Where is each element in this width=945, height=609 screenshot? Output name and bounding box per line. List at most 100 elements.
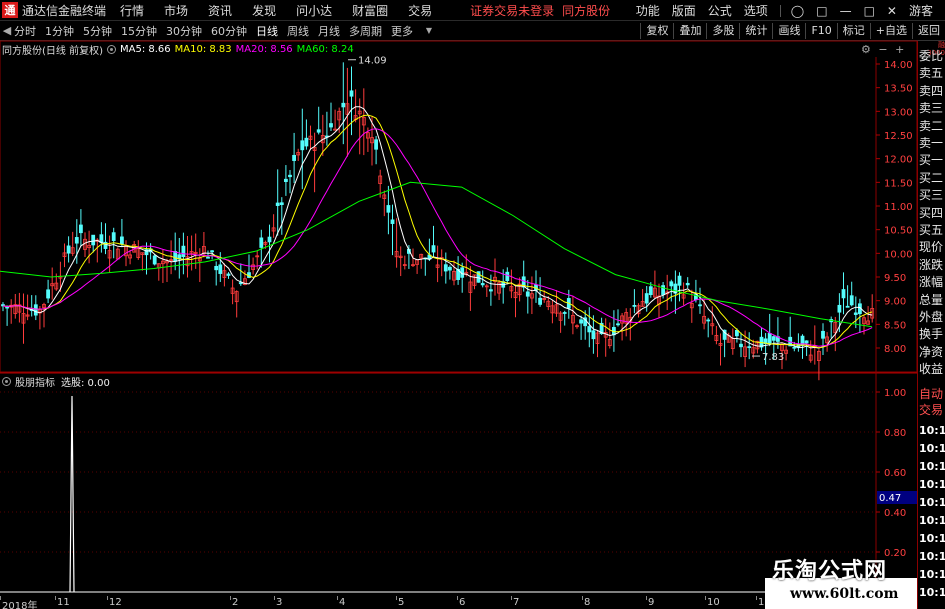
price-tick-label: 8.00 bbox=[884, 344, 906, 355]
quote-field-label[interactable]: 换手 bbox=[919, 327, 943, 342]
candle-body bbox=[562, 312, 567, 314]
current-value-label: 0.47 bbox=[879, 493, 901, 504]
signal-spike bbox=[69, 395, 75, 593]
date-tick-label: 11 bbox=[57, 597, 70, 608]
quote-field-label[interactable]: 买二 bbox=[919, 171, 943, 186]
candle-body bbox=[386, 205, 391, 213]
candle-body bbox=[849, 295, 854, 306]
quote-field-label[interactable]: 卖二 bbox=[919, 119, 943, 134]
ma60-label: MA60: 8.24 bbox=[296, 43, 354, 55]
price-tick-label: 9.00 bbox=[884, 297, 906, 308]
quote-field-label[interactable]: 卖五 bbox=[919, 66, 943, 81]
date-tick bbox=[511, 596, 512, 600]
date-tick-label: 1 bbox=[758, 597, 765, 608]
candle-body bbox=[329, 123, 333, 128]
date-tick bbox=[705, 596, 706, 600]
zoom-in-icon[interactable]: + bbox=[895, 43, 904, 56]
candle-body bbox=[79, 224, 83, 234]
candle-body bbox=[259, 237, 264, 248]
quote-field-label[interactable]: 涨跌 bbox=[919, 258, 943, 273]
quote-field-label[interactable]: 总量 bbox=[919, 293, 943, 308]
price-tick-label: 11.50 bbox=[884, 178, 913, 189]
candle-body bbox=[447, 266, 452, 271]
trade-time: 10:11 bbox=[919, 496, 945, 509]
candle-body bbox=[390, 219, 395, 224]
date-tick bbox=[756, 596, 757, 600]
candle-body bbox=[821, 330, 825, 339]
quote-field-label[interactable]: 买五 bbox=[919, 223, 943, 238]
quote-field-label[interactable]: 买四 bbox=[919, 206, 943, 221]
indicator-circle-icon[interactable] bbox=[2, 376, 11, 386]
candle-body bbox=[74, 237, 79, 244]
candle-body bbox=[538, 297, 542, 305]
candle-body bbox=[279, 202, 284, 205]
candlestick-series bbox=[1, 62, 875, 381]
quote-field-label[interactable]: 卖三 bbox=[919, 101, 943, 116]
candle-body bbox=[841, 289, 846, 299]
quote-field-label[interactable]: 净资 bbox=[919, 345, 943, 360]
trade-time: 10:11 bbox=[919, 568, 945, 581]
ma10-label: MA10: 8.83 bbox=[174, 43, 232, 55]
quote-field-label[interactable]: 买三 bbox=[919, 188, 943, 203]
main-chart-legend: 同方股份(日线 前复权) MA5: 8.66 MA10: 8.83 MA20: … bbox=[2, 42, 358, 57]
candle-body bbox=[706, 319, 711, 322]
quote-field-label[interactable]: 委比 bbox=[919, 49, 943, 64]
auto-trade-label[interactable]: 自动 bbox=[919, 387, 943, 402]
candle-body bbox=[587, 326, 592, 333]
trade-time: 10:11 bbox=[919, 514, 945, 527]
candle-body bbox=[316, 129, 321, 133]
candle-body bbox=[173, 251, 178, 262]
candle-body bbox=[374, 139, 379, 150]
indicator-title: 股朋指标 bbox=[15, 377, 55, 389]
candle-body bbox=[644, 293, 649, 304]
candle-body bbox=[579, 319, 583, 324]
candle-body bbox=[747, 346, 752, 349]
trade-time: 10:11 bbox=[919, 532, 945, 545]
date-tick bbox=[55, 596, 56, 600]
price-tick-label: 12.50 bbox=[884, 131, 913, 142]
candle-body bbox=[632, 305, 637, 307]
date-tick bbox=[274, 596, 275, 600]
candle-body bbox=[661, 285, 665, 295]
candle-body bbox=[111, 232, 116, 241]
candle-body bbox=[480, 283, 485, 286]
candle-body bbox=[488, 289, 493, 292]
settings-gear-icon[interactable]: ⚙ bbox=[861, 43, 871, 56]
price-axis: 14.00 13.50 13.00 12.50 12.00 11.50 11.00 10.50… bbox=[876, 60, 917, 559]
quote-field-label[interactable]: 卖一 bbox=[919, 136, 943, 151]
candle-body bbox=[739, 343, 743, 348]
ma60-line bbox=[0, 181, 873, 328]
tdx-app-window: { "titlebar": { "app_title": "通达信金融终端", … bbox=[0, 0, 945, 609]
candle-body bbox=[218, 264, 223, 274]
candle-body bbox=[341, 102, 346, 108]
date-tick bbox=[396, 596, 397, 600]
chart-grid bbox=[0, 40, 918, 596]
quote-field-label[interactable]: 现价 bbox=[919, 240, 943, 255]
candle-body bbox=[66, 245, 71, 254]
chart-canvas[interactable]: 14.09 7.83 14.00 13.50 13.00 12.50 12.00 11.50… bbox=[0, 0, 945, 609]
quote-field-label[interactable]: 收益 bbox=[919, 362, 943, 377]
quote-field-label[interactable]: 买一 bbox=[919, 153, 943, 168]
quote-field-label[interactable]: 卖四 bbox=[919, 84, 943, 99]
quote-side-panel: 融 3000 委比 卖五 卖四 卖三 卖二 卖一 买一 买二 买三 买四 买五 现价 涨跌 涨幅 总量 外盘换… bbox=[917, 41, 945, 609]
candle-body bbox=[735, 329, 739, 337]
candle-body bbox=[685, 282, 690, 286]
watermark-url: www.60lt.com bbox=[790, 586, 899, 602]
date-tick-label: 12 bbox=[109, 597, 122, 608]
date-tick bbox=[337, 596, 338, 600]
auto-trade-label[interactable]: 交易 bbox=[919, 403, 943, 418]
candle-body bbox=[206, 256, 210, 259]
moving-average-lines: 14.09 7.83 bbox=[0, 56, 873, 363]
date-tick-label: 4 bbox=[339, 597, 346, 608]
quote-field-label[interactable]: 外盘 bbox=[919, 310, 943, 325]
zoom-out-icon[interactable]: − bbox=[878, 43, 887, 56]
date-tick-label: 10 bbox=[707, 597, 720, 608]
indicator-tick-label: 1.00 bbox=[884, 388, 906, 399]
candle-body bbox=[333, 128, 338, 131]
quote-field-label[interactable]: 涨幅 bbox=[919, 275, 943, 290]
price-tick-label: 10.00 bbox=[884, 249, 913, 260]
watermark-title: 乐淘公式网 bbox=[772, 558, 888, 584]
trade-time: 10:11 bbox=[919, 586, 945, 599]
settings-circle-icon[interactable] bbox=[106, 44, 116, 54]
candle-body bbox=[214, 265, 219, 271]
